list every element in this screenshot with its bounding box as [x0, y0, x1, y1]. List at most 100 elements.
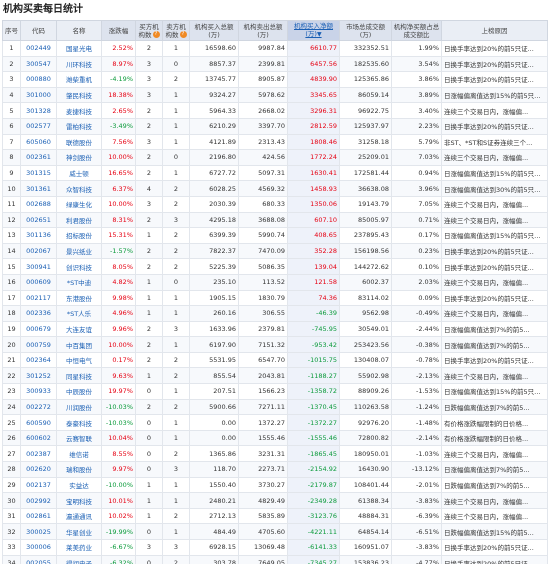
cell-name[interactable]: 神剑股份 [56, 149, 102, 166]
cell-reason[interactable]: 日换手率达到20%的前5只证... [441, 258, 548, 275]
cell-code[interactable]: 002272 [20, 398, 57, 416]
header-change[interactable]: 涨跌幅 [101, 20, 136, 41]
cell-reason[interactable]: 日跌幅偏离值达到7%的前5... [441, 398, 548, 416]
cell-name[interactable]: 得润电子 [56, 554, 102, 564]
cell-code[interactable]: 002067 [20, 242, 57, 260]
cell-code[interactable]: 002861 [20, 507, 57, 525]
cell-reason[interactable]: 连续三个交易日内，涨幅偏... [441, 492, 548, 509]
cell-code[interactable]: 002364 [20, 351, 57, 369]
header-market-turnover[interactable]: 市场总成交额(万) [339, 20, 392, 41]
header-buy-total[interactable]: 机构买入总额(万) [189, 20, 239, 41]
cell-code[interactable]: 301328 [20, 102, 57, 119]
cell-name[interactable]: 泰豪科技 [56, 414, 102, 431]
cell-name[interactable]: 莱美药业 [56, 539, 102, 556]
cell-reason[interactable]: 连续三个交易日内，涨幅偏... [441, 273, 548, 291]
cell-reason[interactable]: 日涨幅偏离值达到15%的前5只证券 [441, 86, 548, 104]
cell-name[interactable]: 同星科技 [56, 367, 102, 385]
cell-code[interactable]: 301252 [20, 367, 57, 385]
cell-name[interactable]: 中辰股份 [56, 383, 102, 400]
cell-code[interactable]: 000880 [20, 71, 57, 88]
cell-name[interactable]: 利君股份 [56, 211, 102, 229]
cell-reason[interactable]: 日换手率达到20%的前5只证... [441, 351, 548, 369]
cell-reason[interactable]: 连续三个交易日内，涨幅偏... [441, 211, 548, 229]
cell-name[interactable]: 瑞和股份 [56, 461, 102, 478]
cell-name[interactable]: 绿康生化 [56, 195, 102, 213]
cell-reason[interactable]: 日换手率达到20%的前5只证... [441, 40, 548, 57]
cell-code[interactable]: 002137 [20, 476, 57, 494]
header-net-buy[interactable]: 机构买入净额(万)▼ [287, 20, 340, 41]
cell-code[interactable]: 605060 [20, 133, 57, 151]
cell-code[interactable]: 300933 [20, 383, 57, 400]
cell-reason[interactable]: 日涨幅偏离值达到30%的前5只证... [441, 180, 548, 197]
cell-code[interactable]: 002117 [20, 289, 57, 307]
header-sell-total[interactable]: 机构卖出总额(万) [238, 20, 288, 41]
cell-reason[interactable]: 日换手率达到20%的前5只证... [441, 554, 548, 564]
cell-name[interactable]: *ST中迪 [56, 273, 102, 291]
cell-name[interactable]: 华星创业 [56, 523, 102, 540]
cell-reason[interactable]: 日跌幅偏离值达到15%的前5... [441, 523, 548, 540]
cell-code[interactable]: 002992 [20, 492, 57, 509]
help-icon[interactable]: ? [152, 31, 160, 38]
cell-code[interactable]: 300025 [20, 523, 57, 540]
cell-code[interactable]: 002620 [20, 461, 57, 478]
cell-code[interactable]: 301315 [20, 164, 57, 182]
cell-name[interactable]: 国星光电 [56, 40, 102, 57]
cell-name[interactable]: 中百集团 [56, 336, 102, 353]
cell-name[interactable]: 大连友谊 [56, 320, 102, 338]
cell-code[interactable]: 002387 [20, 445, 57, 463]
cell-code[interactable]: 300941 [20, 258, 57, 275]
cell-reason[interactable]: 日换手率达到20%的前5只证... [441, 55, 548, 73]
cell-reason[interactable]: 日换手率达到20%的前5只证... [441, 117, 548, 135]
cell-name[interactable]: 川环科技 [56, 55, 102, 73]
cell-name[interactable]: 招标股份 [56, 227, 102, 244]
cell-reason[interactable]: 有价格涨跌幅限制的日价格... [441, 429, 548, 447]
cell-reason[interactable]: 日换手率达到20%的前5只证... [441, 539, 548, 556]
cell-name[interactable]: 众智科技 [56, 180, 102, 197]
cell-reason[interactable]: 非ST、*ST和S证券连续三个... [441, 133, 548, 151]
cell-reason[interactable]: 日换手率达到20%的前5只证... [441, 71, 548, 88]
cell-code[interactable]: 600602 [20, 429, 57, 447]
cell-reason[interactable]: 连续三个交易日内，涨幅偏... [441, 445, 548, 463]
header-sell-count[interactable]: 卖方机构数? [162, 20, 190, 41]
header-net-pct[interactable]: 机构净买额占总成交额比 [391, 20, 442, 41]
cell-reason[interactable]: 日涨幅偏离值达到15%的前5只证券 [441, 227, 548, 244]
cell-reason[interactable]: 连续三个交易日内，涨幅偏... [441, 507, 548, 525]
cell-reason[interactable]: 连续三个交易日内，涨幅偏... [441, 149, 548, 166]
cell-code[interactable]: 002361 [20, 149, 57, 166]
cell-reason[interactable]: 连续三个交易日内，涨幅偏... [441, 102, 548, 119]
cell-name[interactable]: 联德股份 [56, 133, 102, 151]
cell-name[interactable]: 雷柏科技 [56, 117, 102, 135]
cell-name[interactable]: 维信诺 [56, 445, 102, 463]
cell-reason[interactable]: 连续三个交易日内，涨幅偏... [441, 367, 548, 385]
cell-name[interactable]: 川润股份 [56, 398, 102, 416]
cell-name[interactable]: 东港股份 [56, 289, 102, 307]
cell-reason[interactable]: 日换手率达到20%的前5只证... [441, 289, 548, 307]
cell-reason[interactable]: 日涨幅偏离值达到7%的前5... [441, 320, 548, 338]
cell-code[interactable]: 300006 [20, 539, 57, 556]
cell-name[interactable]: *ST人乐 [56, 305, 102, 322]
cell-code[interactable]: 301361 [20, 180, 57, 197]
cell-code[interactable]: 002577 [20, 117, 57, 135]
cell-name[interactable]: 云赛智联 [56, 429, 102, 447]
cell-reason[interactable]: 日涨幅偏离值达到15%的前5只证券 [441, 164, 548, 182]
cell-name[interactable]: 肇民科技 [56, 86, 102, 104]
help-icon[interactable]: ? [179, 31, 187, 38]
cell-name[interactable]: 宝明科技 [56, 492, 102, 509]
cell-reason[interactable]: 连续三个交易日内，涨幅偏... [441, 305, 548, 322]
cell-name[interactable]: 麦捷科技 [56, 102, 102, 119]
cell-reason[interactable]: 连续三个交易日内，涨幅偏... [441, 195, 548, 213]
cell-reason[interactable]: 日跌幅偏离值达到7%的前5... [441, 476, 548, 494]
cell-name[interactable]: 中恒电气 [56, 351, 102, 369]
cell-reason[interactable]: 日涨幅偏离值达到15%的前5只证券 [441, 383, 548, 400]
cell-code[interactable]: 002651 [20, 211, 57, 229]
cell-code[interactable]: 002336 [20, 305, 57, 322]
cell-name[interactable]: 潍柴重机 [56, 71, 102, 88]
cell-reason[interactable]: 有价格涨跌幅限制的日价格... [441, 414, 548, 431]
cell-code[interactable]: 301136 [20, 227, 57, 244]
cell-name[interactable]: 瀛通通讯 [56, 507, 102, 525]
cell-name[interactable]: 创识科技 [56, 258, 102, 275]
cell-name[interactable]: 威士顿 [56, 164, 102, 182]
cell-code[interactable]: 000759 [20, 336, 57, 353]
cell-code[interactable]: 301000 [20, 86, 57, 104]
cell-code[interactable]: 000679 [20, 320, 57, 338]
